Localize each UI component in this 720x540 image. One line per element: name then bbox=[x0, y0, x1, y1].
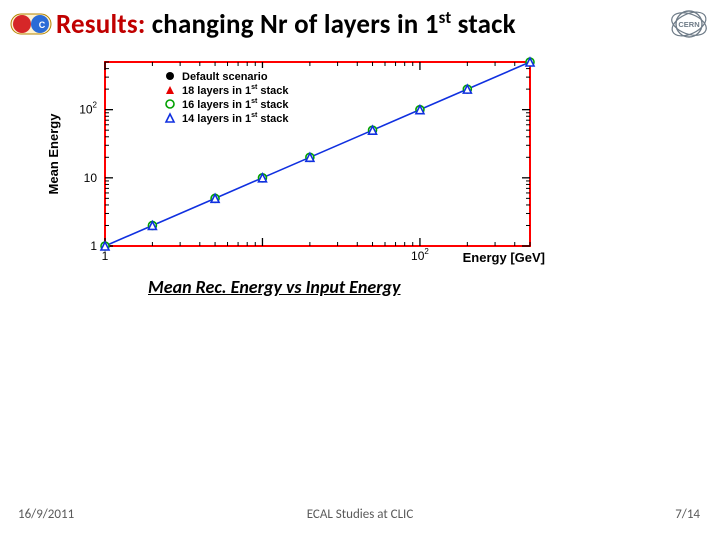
slide: C Results: changing Nr of layers in 1st … bbox=[0, 0, 720, 540]
svg-text:102: 102 bbox=[79, 101, 97, 117]
title-results: Results: bbox=[56, 8, 145, 41]
chart: 1 10 102 1 102 Energy [GeV] Mean Energy Default… bbox=[30, 56, 550, 286]
svg-text:CERN: CERN bbox=[678, 20, 699, 29]
footer-page: 7/14 bbox=[675, 507, 700, 522]
svg-text:C: C bbox=[39, 20, 46, 30]
svg-text:102: 102 bbox=[411, 247, 429, 263]
svg-text:Energy [GeV]: Energy [GeV] bbox=[463, 250, 545, 265]
title-super: st bbox=[439, 8, 452, 28]
svg-text:16 layers in 1st stack: 16 layers in 1st stack bbox=[182, 98, 289, 111]
cern-logo-icon: CERN bbox=[666, 4, 712, 44]
svg-text:18 layers in 1st stack: 18 layers in 1st stack bbox=[182, 84, 289, 97]
svg-text:Mean Energy: Mean Energy bbox=[46, 113, 61, 195]
clic-logo-icon: C bbox=[10, 6, 52, 42]
svg-text:1: 1 bbox=[102, 249, 109, 263]
svg-text:1: 1 bbox=[90, 239, 97, 253]
svg-text:Default scenario: Default scenario bbox=[182, 71, 268, 83]
slide-title: Results: changing Nr of layers in 1st st… bbox=[56, 8, 516, 41]
footer-center: ECAL Studies at CLIC bbox=[0, 507, 720, 522]
title-tail: stack bbox=[451, 8, 515, 41]
chart-subtitle: Mean Rec. Energy vs Input Energy bbox=[148, 276, 401, 298]
title-row: C Results: changing Nr of layers in 1st … bbox=[0, 4, 720, 44]
svg-text:14 layers in 1st stack: 14 layers in 1st stack bbox=[182, 112, 289, 125]
svg-text:10: 10 bbox=[84, 171, 98, 185]
title-rest: changing Nr of layers in 1 bbox=[145, 8, 438, 41]
